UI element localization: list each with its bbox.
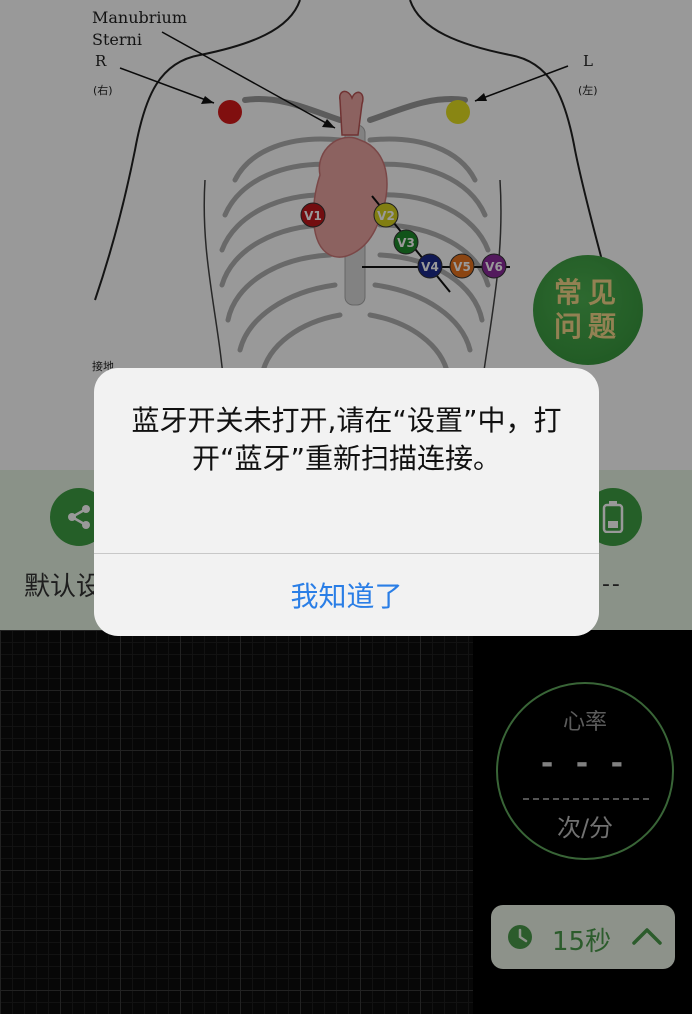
bluetooth-alert-dialog: 蓝牙开关未打开,请在“设置”中，打开“蓝牙”重新扫描连接。 我知道了 <box>94 368 599 636</box>
acknowledge-button[interactable]: 我知道了 <box>94 554 599 636</box>
alert-message: 蓝牙开关未打开,请在“设置”中，打开“蓝牙”重新扫描连接。 <box>131 404 562 475</box>
